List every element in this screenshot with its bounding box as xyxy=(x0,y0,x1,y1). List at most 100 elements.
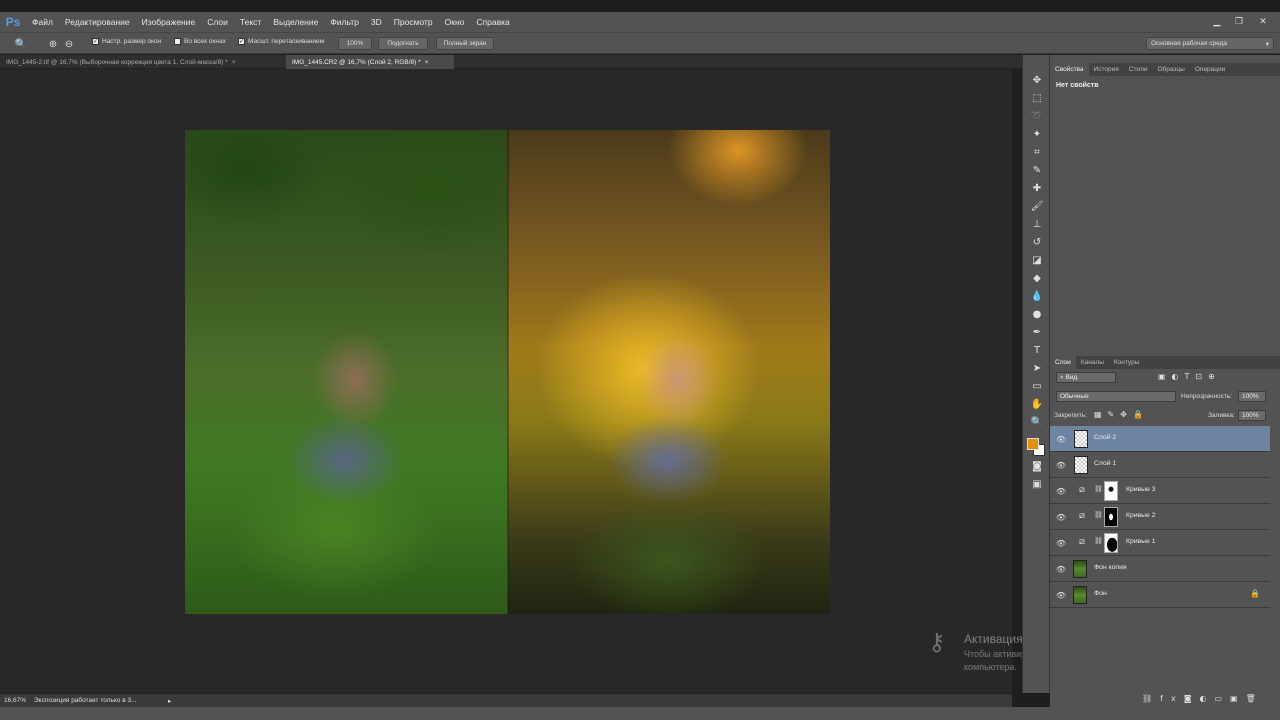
crop-tool-icon[interactable]: ⌗ xyxy=(1029,145,1045,160)
clone-stamp-tool-icon[interactable]: ⊥ xyxy=(1029,217,1045,232)
layer-row[interactable]: 👁 Фон копия xyxy=(1050,556,1270,582)
layer-filter-icons[interactable]: ▣◐T⊡⊕ xyxy=(1158,372,1221,381)
blur-tool-icon[interactable]: 💧 xyxy=(1029,289,1045,304)
menu-type[interactable]: Текст xyxy=(234,17,267,27)
layer-row[interactable]: 👁 Слой 1 xyxy=(1050,452,1270,478)
tab-img1445-cr2[interactable]: IMG_1445.CR2 @ 16,7% (Слой 2, RGB/8) * × xyxy=(286,55,454,69)
blend-mode-select[interactable]: Обычные xyxy=(1056,391,1176,402)
tab-history[interactable]: История xyxy=(1089,63,1124,76)
status-bar: 16,67% Экспозиция работает только в 3...… xyxy=(0,693,1012,707)
fill-field[interactable]: 100% xyxy=(1238,410,1266,421)
eye-icon[interactable]: 👁 xyxy=(1056,564,1066,574)
layer-row[interactable]: 👁 ⧄ ⛓ Кривые 3 xyxy=(1050,478,1270,504)
menu-view[interactable]: Просмотр xyxy=(388,17,439,27)
zoom-in-icon[interactable]: ⊕ xyxy=(46,37,60,51)
layer-row[interactable]: 👁 Фон 🔒 xyxy=(1050,582,1270,608)
menu-layers[interactable]: Слои xyxy=(201,17,234,27)
document-tab-bar: IMG_1445-2.tif @ 16,7% (Выборочная корре… xyxy=(0,55,1022,69)
zoom-tool-icon[interactable]: 🔍 xyxy=(1029,415,1045,430)
tab-actions[interactable]: Операции xyxy=(1190,63,1230,76)
layers-footer-icons[interactable]: ⛓fx◙◐▭▣🗑 xyxy=(1142,694,1264,703)
menu-select[interactable]: Выделение xyxy=(267,17,324,27)
tab-img1445-2[interactable]: IMG_1445-2.tif @ 16,7% (Выборочная корре… xyxy=(0,55,284,69)
pen-tool-icon[interactable]: ✒ xyxy=(1029,325,1045,340)
close-tab-icon[interactable]: × xyxy=(232,59,236,66)
paint-bucket-tool-icon[interactable]: ◆ xyxy=(1029,271,1045,286)
workspace-select[interactable]: Основная рабочая среда ▾ xyxy=(1146,37,1274,50)
layer-mask-thumbnail[interactable] xyxy=(1104,533,1118,553)
layer-row[interactable]: 👁 ⧄ ⛓ Кривые 1 xyxy=(1050,530,1270,556)
eye-icon[interactable]: 👁 xyxy=(1056,434,1066,444)
minimize-icon[interactable]: ▁ xyxy=(1206,12,1228,32)
opacity-field[interactable]: 100% xyxy=(1238,391,1266,402)
layer-name: Слой 1 xyxy=(1094,460,1117,467)
zoom-readout[interactable]: 16,67% xyxy=(4,697,26,704)
move-tool-icon[interactable]: ✥ xyxy=(1029,73,1045,88)
quick-mask-icon[interactable]: ◙ xyxy=(1029,459,1045,474)
tab-layers[interactable]: Слои xyxy=(1050,356,1076,369)
eye-icon[interactable]: 👁 xyxy=(1056,512,1066,522)
menu-edit[interactable]: Редактирование xyxy=(59,17,136,27)
brush-tool-icon[interactable]: 🖌 xyxy=(1029,199,1045,214)
layer-row[interactable]: 👁 ⧄ ⛓ Кривые 2 xyxy=(1050,504,1270,530)
foreground-color-swatch[interactable] xyxy=(1027,438,1039,450)
before-photo xyxy=(185,130,508,614)
dodge-tool-icon[interactable]: ● xyxy=(1029,307,1045,322)
layer-name: Слой 2 xyxy=(1094,434,1117,441)
tab-swatches[interactable]: Образцы xyxy=(1153,63,1190,76)
hand-tool-icon[interactable]: ✋ xyxy=(1029,397,1045,412)
eye-icon[interactable]: 👁 xyxy=(1056,460,1066,470)
type-tool-icon[interactable]: T xyxy=(1029,343,1045,358)
eraser-tool-icon[interactable]: ◪ xyxy=(1029,253,1045,268)
lock-icons[interactable]: ▦✎✥🔒 xyxy=(1094,410,1149,419)
key-icon: ⚷ xyxy=(928,628,946,656)
photo-divider xyxy=(507,130,509,614)
eye-icon[interactable]: 👁 xyxy=(1056,486,1066,496)
menu-image[interactable]: Изображение xyxy=(136,17,202,27)
eye-icon[interactable]: 👁 xyxy=(1056,538,1066,548)
menu-window[interactable]: Окно xyxy=(439,17,471,27)
layer-thumbnail xyxy=(1074,456,1088,474)
right-panels: Свойства История Стили Образцы Операции … xyxy=(1050,55,1280,707)
tab-channels[interactable]: Каналы xyxy=(1076,356,1109,369)
fill-screen-button[interactable]: Полный экран xyxy=(436,37,494,50)
tab-styles[interactable]: Стили xyxy=(1124,63,1153,76)
eyedropper-tool-icon[interactable]: ✎ xyxy=(1029,163,1045,178)
path-select-tool-icon[interactable]: ➤ xyxy=(1029,361,1045,376)
screen-mode-icon[interactable]: ▣ xyxy=(1029,477,1045,492)
layer-mask-thumbnail[interactable] xyxy=(1104,507,1118,527)
close-tab-icon[interactable]: × xyxy=(425,59,429,66)
zoom-tool-icon[interactable]: 🔍 xyxy=(14,37,28,51)
all-windows-checkbox[interactable]: Во всех окнах xyxy=(174,38,226,45)
tab-properties[interactable]: Свойства xyxy=(1050,63,1089,76)
layer-name: Фон xyxy=(1094,590,1107,597)
scrubby-zoom-checkbox[interactable]: ✓ Масшт. перетаскиванием xyxy=(238,38,324,45)
shape-tool-icon[interactable]: ▭ xyxy=(1029,379,1045,394)
status-menu-arrow-icon[interactable]: ▸ xyxy=(168,697,171,705)
resize-windows-label: Настр. размер окон xyxy=(102,38,162,45)
fit-screen-button[interactable]: Подогнать xyxy=(378,37,428,50)
lasso-tool-icon[interactable]: ➰ xyxy=(1029,109,1045,124)
layer-mask-thumbnail[interactable] xyxy=(1104,481,1118,501)
history-brush-tool-icon[interactable]: ↺ xyxy=(1029,235,1045,250)
zoom-out-icon[interactable]: ⊖ xyxy=(62,37,76,51)
menu-help[interactable]: Справка xyxy=(470,17,515,27)
layer-row[interactable]: 👁 Слой 2 xyxy=(1050,426,1270,452)
document-image[interactable] xyxy=(185,130,830,614)
eye-icon[interactable]: 👁 xyxy=(1056,590,1066,600)
restore-icon[interactable]: ❐ xyxy=(1228,12,1250,32)
resize-windows-checkbox[interactable]: ✓ Настр. размер окон xyxy=(92,38,161,45)
menu-filter[interactable]: Фильтр xyxy=(324,17,365,27)
layer-filter-select[interactable]: ⌕ Вид xyxy=(1056,372,1116,383)
menu-3d[interactable]: 3D xyxy=(365,17,388,27)
curves-adjustment-icon: ⧄ xyxy=(1079,485,1085,495)
quick-select-tool-icon[interactable]: ✦ xyxy=(1029,127,1045,142)
zoom-100-button[interactable]: 100% xyxy=(338,37,372,50)
close-icon[interactable]: ✕ xyxy=(1252,12,1274,32)
layer-name: Кривые 3 xyxy=(1126,486,1156,493)
menu-file[interactable]: Файл xyxy=(26,17,59,27)
marquee-tool-icon[interactable]: ⬚ xyxy=(1029,91,1045,106)
status-message: Экспозиция работает только в 3... xyxy=(34,697,137,704)
healing-brush-tool-icon[interactable]: ✚ xyxy=(1029,181,1045,196)
tab-paths[interactable]: Контуры xyxy=(1109,356,1145,369)
